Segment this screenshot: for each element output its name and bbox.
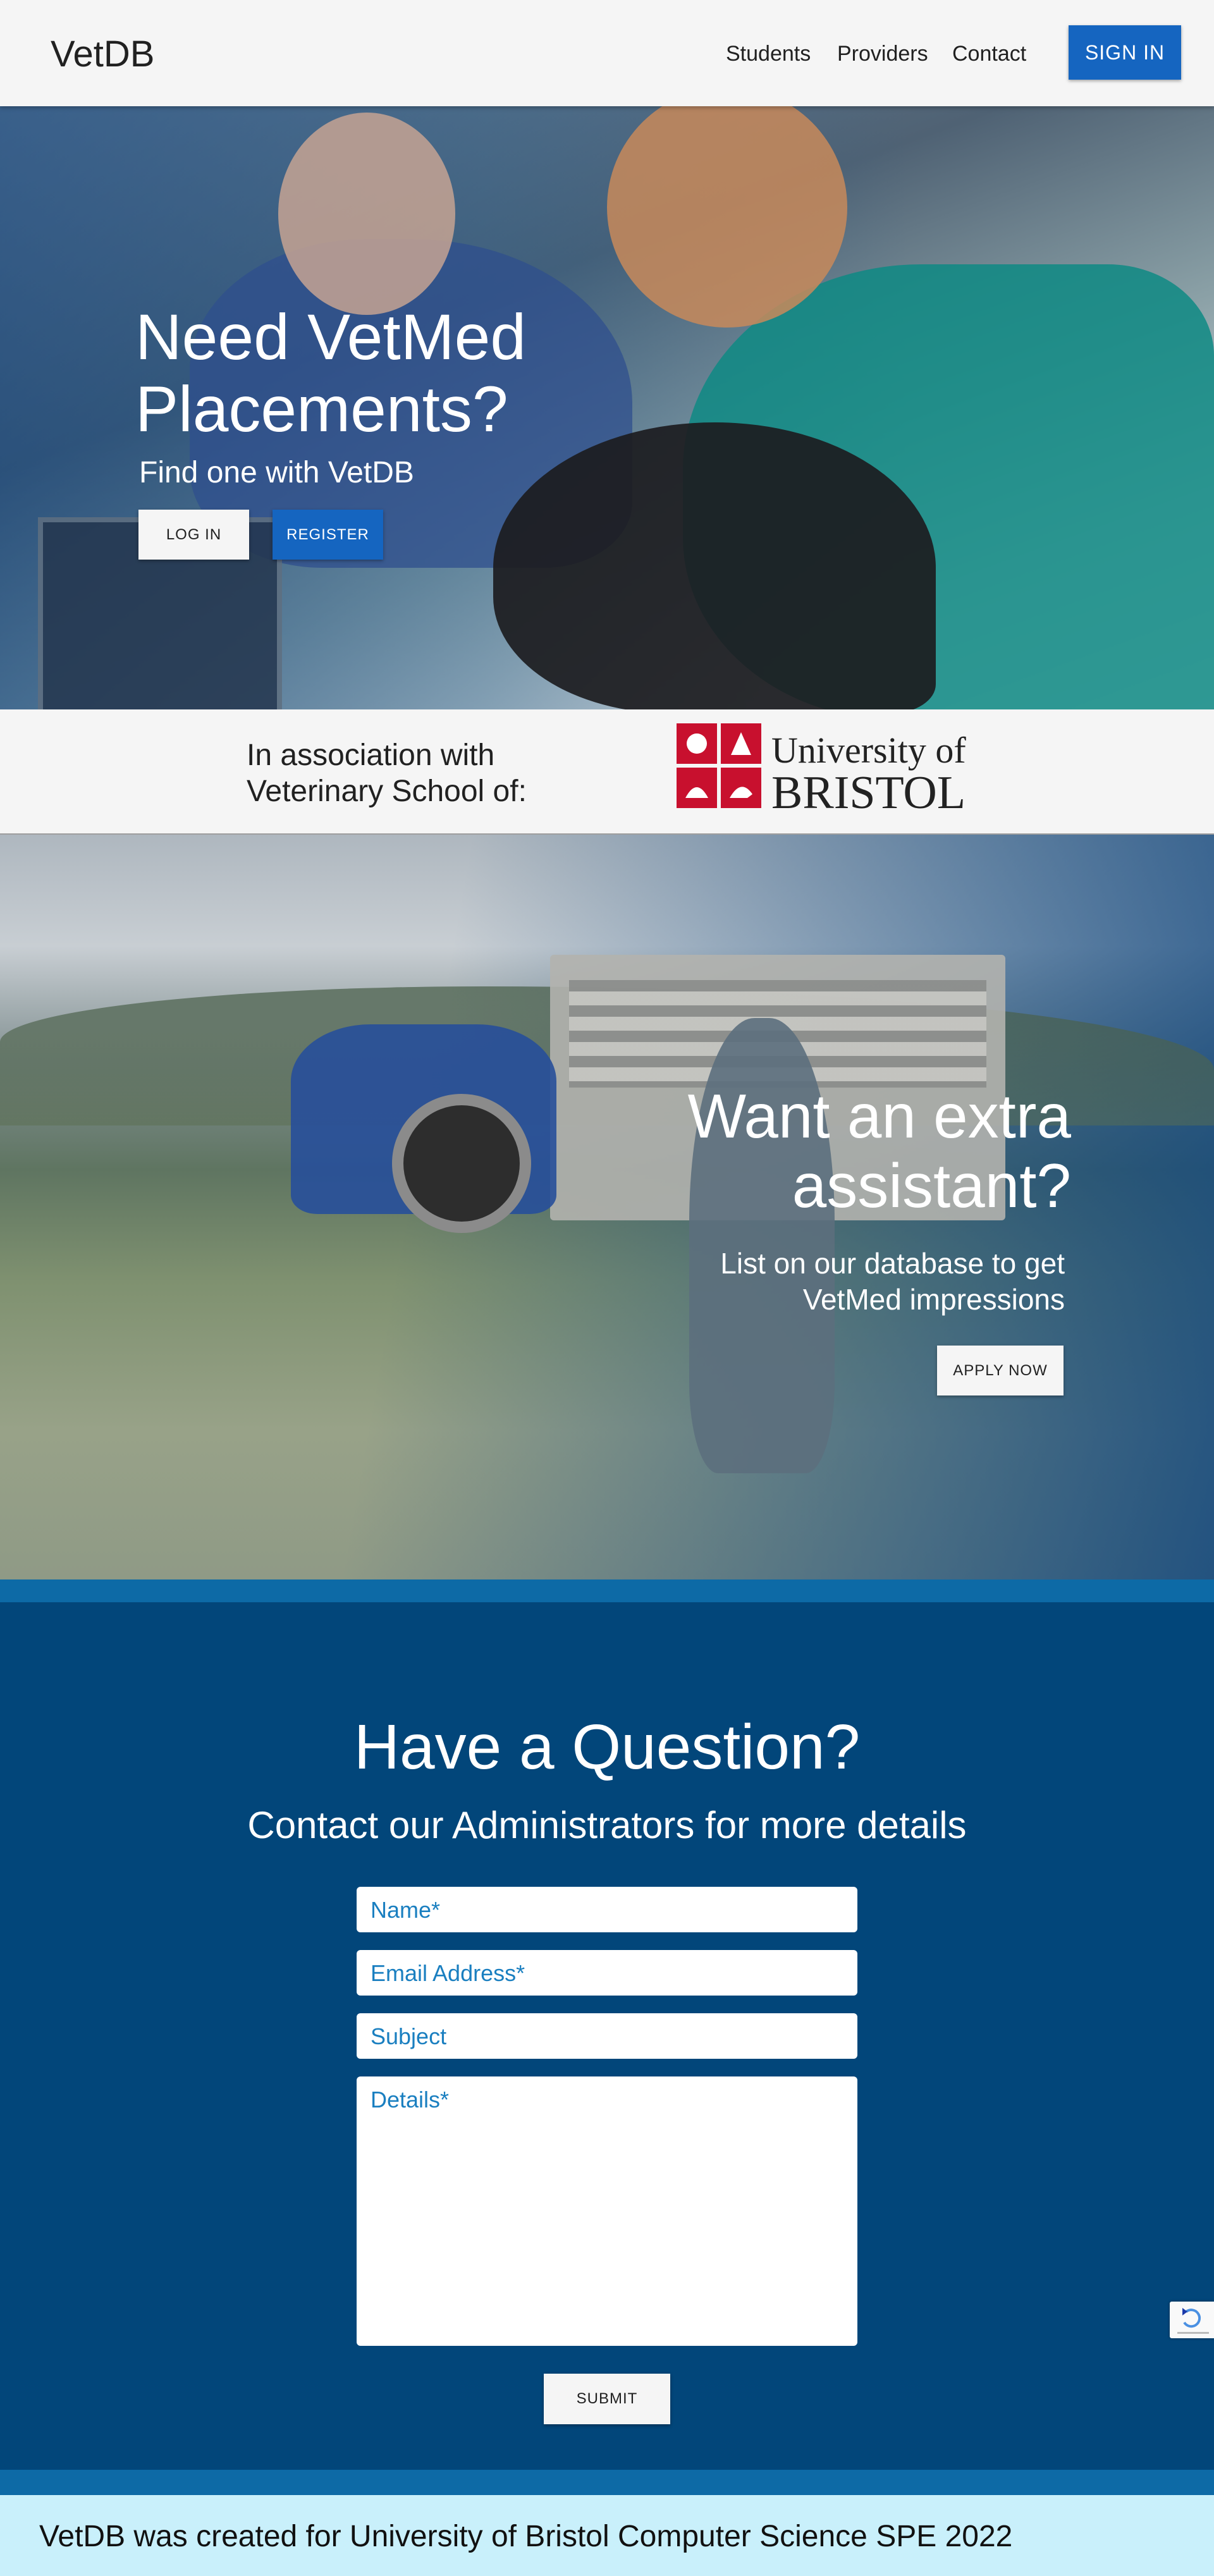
sign-in-button[interactable]: SIGN IN xyxy=(1069,25,1181,80)
logo-wordmark-line: BRISTOL xyxy=(771,767,966,818)
submit-button[interactable]: SUBMIT xyxy=(544,2374,670,2424)
section-divider xyxy=(0,1579,1214,1602)
email-field[interactable]: Email Address* xyxy=(357,1950,857,1996)
logo-emblem-icon xyxy=(687,733,707,754)
apply-now-button[interactable]: APPLY NOW xyxy=(937,1346,1064,1395)
contact-subtitle: Contact our Administrators for more deta… xyxy=(247,1804,967,1846)
contact-title: Have a Question? xyxy=(353,1712,861,1782)
hero-subtitle: Find one with VetDB xyxy=(139,456,414,489)
hero-section: Need VetMed Placements? Find one with Ve… xyxy=(0,106,1214,709)
navbar: VetDB Students Providers Contact SIGN IN xyxy=(0,0,1214,106)
university-of-bristol-logo[interactable]: University of BRISTOL xyxy=(677,723,980,818)
nav-link-contact[interactable]: Contact xyxy=(952,42,1026,66)
recaptcha-badge[interactable] xyxy=(1170,2302,1214,2338)
contact-section: Have a Question? Contact our Administrat… xyxy=(0,1602,1214,2470)
subject-field[interactable]: Subject xyxy=(357,2013,857,2059)
log-in-button[interactable]: LOG IN xyxy=(138,510,249,560)
logo-wordmark-line: University of xyxy=(771,730,966,771)
hero-title: Need VetMed Placements? xyxy=(135,301,527,445)
provider-background-image-detail xyxy=(392,1094,531,1233)
section-divider xyxy=(0,2470,1214,2495)
association-section: In association with Veterinary School of… xyxy=(0,709,1214,835)
recaptcha-icon xyxy=(1177,2308,1209,2334)
provider-subtitle: List on our database to get VetMed impre… xyxy=(720,1247,1065,1316)
register-button[interactable]: REGISTER xyxy=(273,510,383,560)
details-textarea[interactable]: Details* xyxy=(357,2076,857,2346)
association-text-line: Veterinary School of: xyxy=(247,775,527,808)
provider-title: Want an extra assistant? xyxy=(687,1081,1071,1220)
provider-section: Want an extra assistant? List on our dat… xyxy=(0,835,1214,1579)
association-text-line: In association with xyxy=(247,739,495,772)
nav-link-students[interactable]: Students xyxy=(726,42,811,66)
brand-logo[interactable]: VetDB xyxy=(51,33,154,75)
footer: VetDB was created for University of Bris… xyxy=(0,2495,1214,2576)
nav-link-providers[interactable]: Providers xyxy=(837,42,928,66)
footer-text: VetDB was created for University of Bris… xyxy=(39,2520,1013,2553)
hero-background-image-detail xyxy=(493,422,936,709)
name-field[interactable]: Name* xyxy=(357,1887,857,1932)
hero-background-image-detail xyxy=(278,113,455,315)
association-text: In association with Veterinary School of… xyxy=(247,737,527,809)
